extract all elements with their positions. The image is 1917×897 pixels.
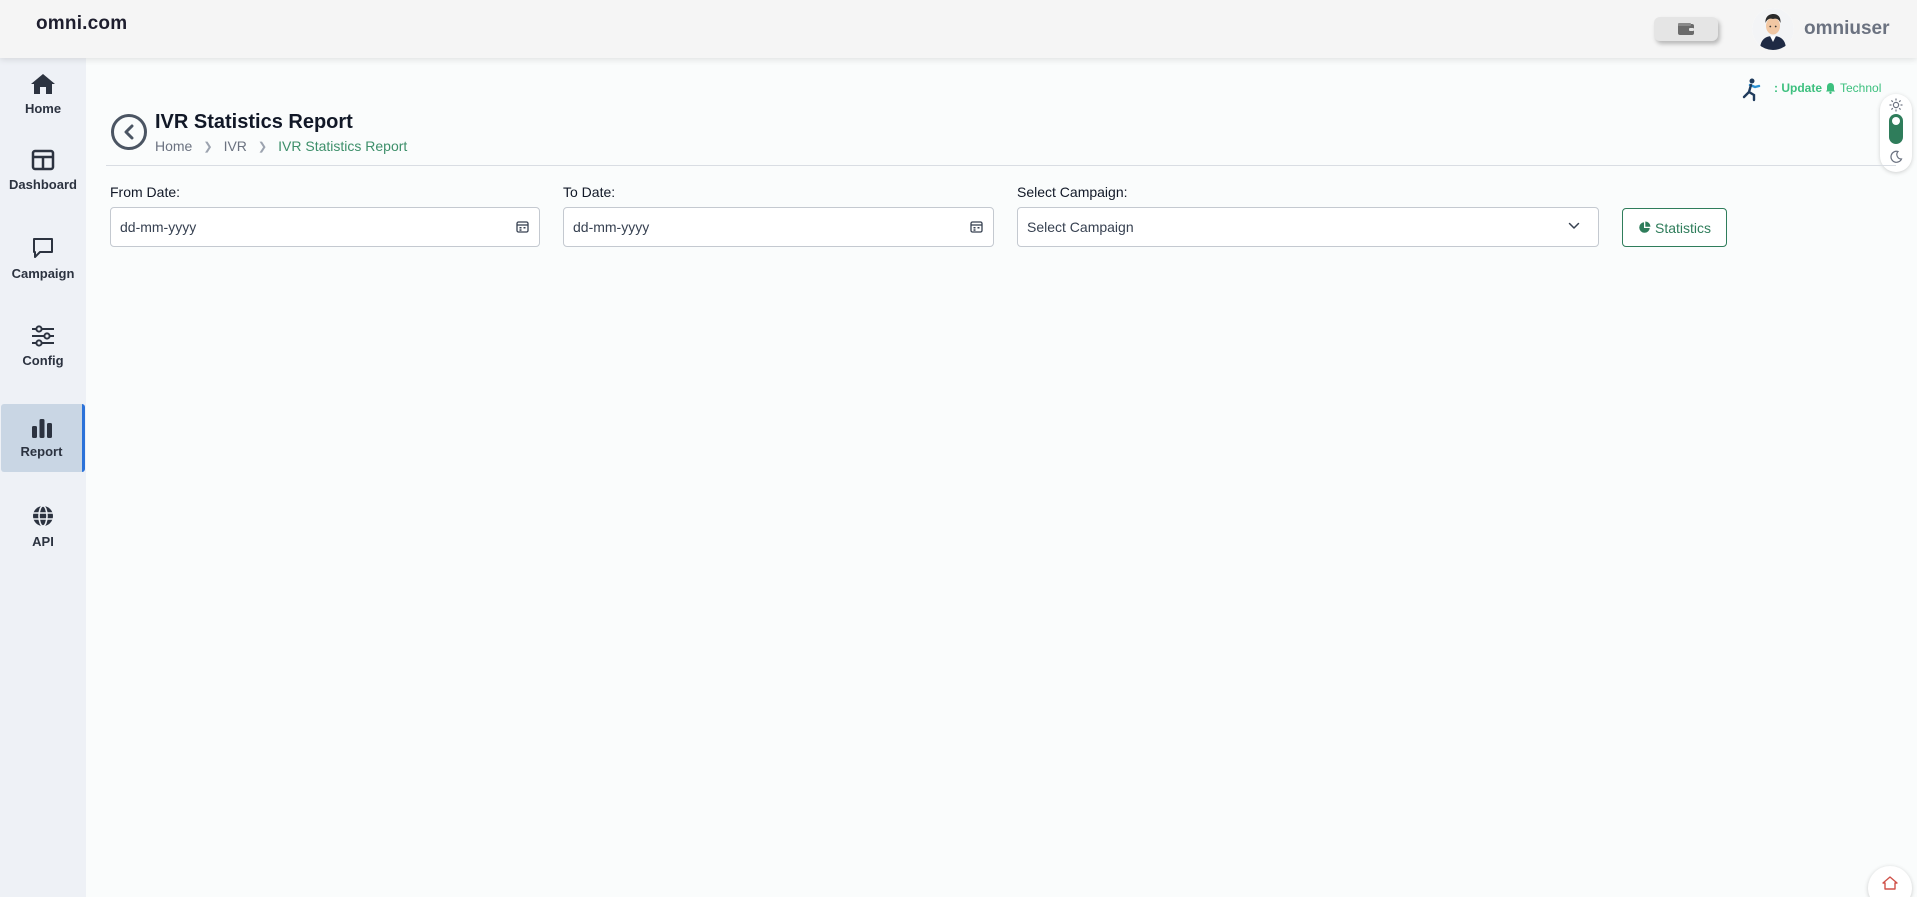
- runner-icon: [1740, 78, 1762, 107]
- chevron-left-icon: [124, 124, 134, 140]
- avatar[interactable]: [1752, 8, 1794, 50]
- back-button[interactable]: [111, 114, 147, 150]
- brand-logo[interactable]: omni.com: [36, 13, 127, 35]
- globe-icon: [33, 504, 53, 527]
- wallet-icon: [1678, 23, 1694, 35]
- statistics-button[interactable]: Statistics: [1622, 208, 1727, 247]
- sidebar-item-config[interactable]: Config: [0, 312, 86, 380]
- home-icon: [31, 73, 55, 94]
- sidebar-item-home[interactable]: Home: [0, 60, 86, 128]
- floating-home-button[interactable]: [1868, 866, 1912, 897]
- sun-icon: [1889, 98, 1903, 112]
- sidebar-item-dashboard[interactable]: Dashboard: [0, 136, 86, 204]
- breadcrumb: Home ❯ IVR ❯ IVR Statistics Report: [155, 138, 407, 154]
- bar-chart-icon: [31, 418, 52, 438]
- sidebar-item-report[interactable]: Report: [1, 404, 85, 472]
- sidebar-item-label: Campaign: [11, 265, 75, 281]
- pie-chart-icon: [1639, 221, 1651, 233]
- sliders-icon: [32, 324, 54, 347]
- home-outline-icon: [1882, 876, 1898, 890]
- from-date-label: From Date:: [110, 184, 181, 200]
- sidebar-item-label: Config: [22, 352, 64, 368]
- campaign-select-value: Select Campaign: [1027, 219, 1134, 235]
- theme-toggle[interactable]: [1880, 94, 1912, 172]
- chevron-down-icon: [1568, 222, 1580, 229]
- moon-icon: [1890, 150, 1903, 163]
- username[interactable]: omniuser: [1804, 18, 1890, 40]
- update-ticker[interactable]: : Update Technol: [1774, 81, 1892, 95]
- chevron-right-icon: ❯: [203, 140, 213, 153]
- to-date-input[interactable]: dd-mm-yyyy: [563, 207, 994, 247]
- sidebar-item-label: Home: [24, 100, 62, 116]
- from-date-value: dd-mm-yyyy: [120, 219, 197, 235]
- sidebar-item-campaign[interactable]: Campaign: [0, 224, 86, 292]
- to-date-value: dd-mm-yyyy: [573, 219, 650, 235]
- breadcrumb-ivr[interactable]: IVR: [224, 138, 247, 154]
- statistics-button-label: Statistics: [1654, 219, 1711, 236]
- ticker-text: Technol: [1840, 81, 1882, 95]
- calendar-icon[interactable]: [970, 220, 983, 233]
- ticker-prefix: : Update: [1774, 81, 1822, 95]
- user-avatar-icon: [1752, 8, 1794, 50]
- sidebar-item-label: Report: [20, 443, 63, 459]
- breadcrumb-current: IVR Statistics Report: [278, 138, 408, 154]
- calendar-icon[interactable]: [516, 220, 529, 233]
- sidebar-item-api[interactable]: API: [0, 492, 86, 560]
- chevron-right-icon: ❯: [257, 140, 268, 153]
- sidebar-item-label: API: [32, 533, 54, 549]
- campaign-label: Select Campaign:: [1017, 184, 1128, 200]
- page-title: IVR Statistics Report: [155, 111, 353, 133]
- campaign-select[interactable]: Select Campaign: [1017, 207, 1599, 247]
- breadcrumb-home[interactable]: Home: [155, 138, 192, 154]
- sidebar: Home Dashboard Campaign Config Report AP…: [0, 58, 86, 897]
- toggle-knob[interactable]: [1889, 114, 1903, 144]
- dashboard-icon: [31, 149, 55, 170]
- from-date-input[interactable]: dd-mm-yyyy: [110, 207, 540, 247]
- bell-icon: [1826, 83, 1835, 94]
- wallet-button[interactable]: [1654, 17, 1718, 41]
- sidebar-item-label: Dashboard: [9, 176, 77, 192]
- divider: [106, 165, 1896, 166]
- to-date-label: To Date:: [563, 184, 616, 200]
- chat-icon: [33, 237, 53, 258]
- top-header: omni.com omniuser: [0, 0, 1917, 58]
